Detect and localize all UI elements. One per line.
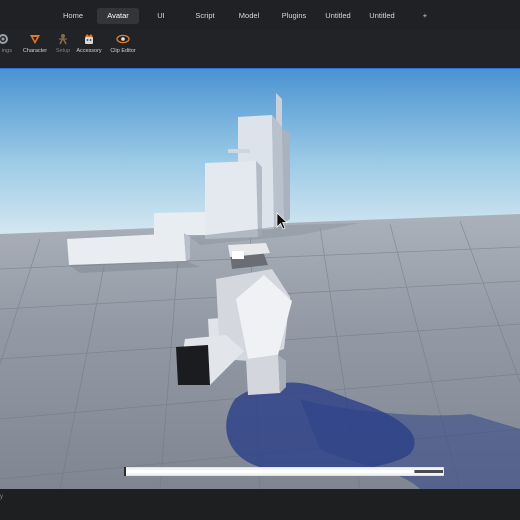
tool-clip-editor[interactable]: Clip Editor	[106, 32, 140, 64]
tab-avatar[interactable]: Avatar	[97, 8, 139, 24]
setup-icon	[59, 34, 67, 45]
tool-settings-label: ings	[1, 48, 12, 54]
timeline-remaining	[414, 470, 443, 473]
tab-untitled-2-label: Untitled	[369, 11, 395, 20]
tool-accessory[interactable]: Accessory	[72, 32, 106, 64]
tool-clip-editor-label: Clip Editor	[110, 48, 136, 54]
tab-plugins[interactable]: Plugins	[276, 8, 312, 24]
timeline-played	[125, 470, 415, 473]
tool-settings-partial[interactable]: ings	[0, 32, 16, 64]
tab-model[interactable]: Model	[232, 8, 266, 24]
avatar-rig[interactable]	[0, 69, 520, 489]
studio-window: Home Avatar UI Script Model Plugins Unti…	[0, 0, 520, 520]
timeline-scrubber[interactable]	[124, 467, 444, 476]
tab-model-label: Model	[238, 11, 260, 20]
gear-icon	[0, 34, 8, 44]
tab-avatar-label: Avatar	[107, 11, 129, 20]
tab-plugins-label: Plugins	[281, 11, 307, 20]
tab-script-label: Script	[195, 11, 215, 20]
character-icon	[30, 35, 40, 44]
tab-ui[interactable]: UI	[150, 8, 172, 24]
status-partial-text: ry	[0, 494, 3, 500]
status-bar: ry	[0, 489, 520, 520]
scene-render	[0, 69, 520, 489]
tab-script[interactable]: Script	[188, 8, 222, 24]
tab-untitled-1[interactable]: Untitled	[320, 8, 356, 24]
accessory-icon	[85, 34, 93, 44]
tool-accessory-label: Accessory	[76, 48, 102, 54]
tab-home[interactable]: Home	[56, 8, 90, 24]
3d-viewport[interactable]	[0, 68, 520, 490]
avatar-ribbon: ings Character Setup Accessory Clip Edit…	[0, 30, 520, 68]
tab-ui-label: UI	[157, 11, 165, 20]
top-tab-bar: Home Avatar UI Script Model Plugins Unti…	[0, 0, 520, 30]
new-tab-button[interactable]: +	[418, 8, 432, 24]
timeline-start-marker	[124, 467, 126, 476]
tab-home-label: Home	[62, 11, 83, 20]
tab-untitled-1-label: Untitled	[325, 11, 351, 20]
tab-untitled-2[interactable]: Untitled	[364, 8, 400, 24]
clip-editor-icon	[116, 34, 130, 44]
new-tab-label: +	[422, 11, 428, 20]
